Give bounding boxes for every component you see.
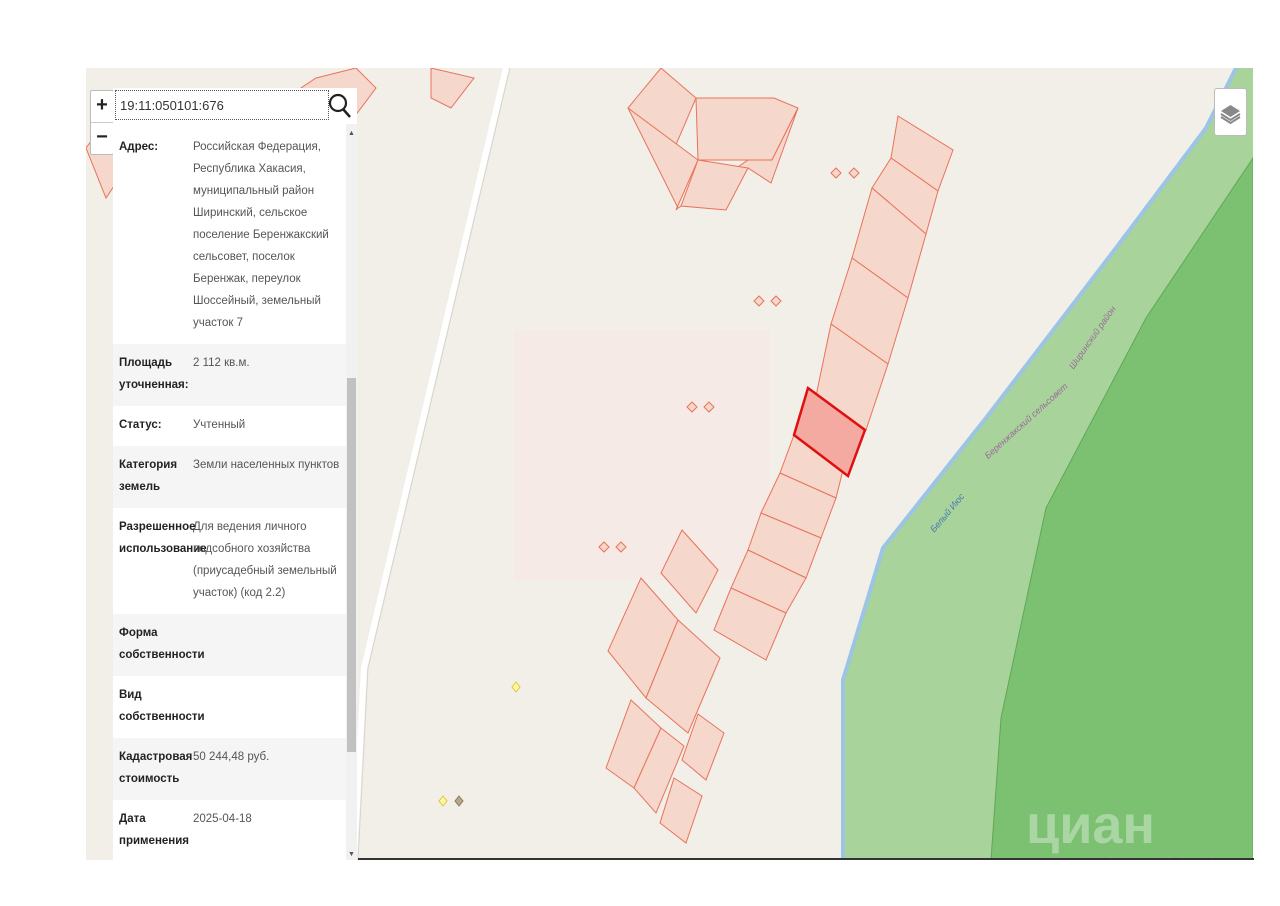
detail-value: 2 112 кв.м. bbox=[193, 357, 250, 369]
detail-key: Дата применения bbox=[119, 813, 190, 847]
road bbox=[351, 68, 509, 860]
detail-key: Статус: bbox=[119, 419, 162, 431]
detail-value: Для ведения личного подсобного хозяйства… bbox=[193, 521, 337, 599]
detail-value bbox=[193, 622, 342, 666]
detail-key: Вид собственности bbox=[119, 689, 205, 723]
parcel-info-panel: Адрес: Российская Федерация, Республика Х… bbox=[113, 124, 357, 860]
scroll-down-arrow-icon[interactable]: ▼ bbox=[346, 851, 357, 858]
detail-key: Площадь уточненная: bbox=[119, 357, 189, 391]
detail-key: Категория земель bbox=[119, 459, 178, 493]
detail-row: Форма собственности bbox=[113, 614, 346, 676]
detail-value: Российская Федерация, Республика Хакасия… bbox=[193, 141, 329, 329]
detail-row: Адрес: Российская Федерация, Республика Х… bbox=[113, 128, 346, 344]
cadastral-search-input[interactable] bbox=[115, 90, 329, 120]
detail-row: Статус: Учтенный bbox=[113, 406, 346, 446]
watermark: циан ID 323719053 bbox=[1026, 795, 1219, 860]
zoom-out-button[interactable]: − bbox=[91, 122, 113, 154]
detail-row: Кадастровая стоимость 50 244,48 руб. bbox=[113, 738, 346, 800]
layers-button[interactable] bbox=[1214, 88, 1247, 136]
detail-row: Площадь уточненная: 2 112 кв.м. bbox=[113, 344, 346, 406]
detail-key: Адрес: bbox=[119, 141, 159, 153]
detail-value: Учтенный bbox=[193, 419, 246, 431]
detail-value bbox=[193, 684, 342, 728]
detail-key: Кадастровая стоимость bbox=[119, 751, 193, 785]
zoom-controls: + − bbox=[90, 90, 114, 155]
detail-value: 2025-04-18 bbox=[193, 813, 252, 825]
detail-row: Дата применения 2025-04-18 bbox=[113, 800, 346, 860]
detail-value: 50 244,48 руб. bbox=[193, 751, 270, 763]
scrollbar-thumb[interactable] bbox=[347, 378, 356, 752]
zoom-in-button[interactable]: + bbox=[91, 91, 113, 122]
detail-key: Разрешенное использование bbox=[119, 521, 207, 555]
scrollbar[interactable]: ▲ ▼ bbox=[346, 124, 357, 860]
detail-key: Форма собственности bbox=[119, 627, 205, 661]
scroll-up-arrow-icon[interactable]: ▲ bbox=[346, 130, 357, 137]
detail-row: Категория земель Земли населенных пунктов bbox=[113, 446, 346, 508]
detail-value: Земли населенных пунктов bbox=[193, 459, 340, 471]
map-bottom-border bbox=[358, 858, 1254, 860]
search-icon[interactable] bbox=[327, 92, 353, 120]
layers-icon bbox=[1220, 105, 1241, 125]
detail-row: Разрешенное использование Для ведения лич… bbox=[113, 508, 346, 614]
detail-row: Вид собственности bbox=[113, 676, 346, 738]
settlement-area bbox=[514, 330, 770, 580]
search-bar bbox=[113, 88, 357, 124]
